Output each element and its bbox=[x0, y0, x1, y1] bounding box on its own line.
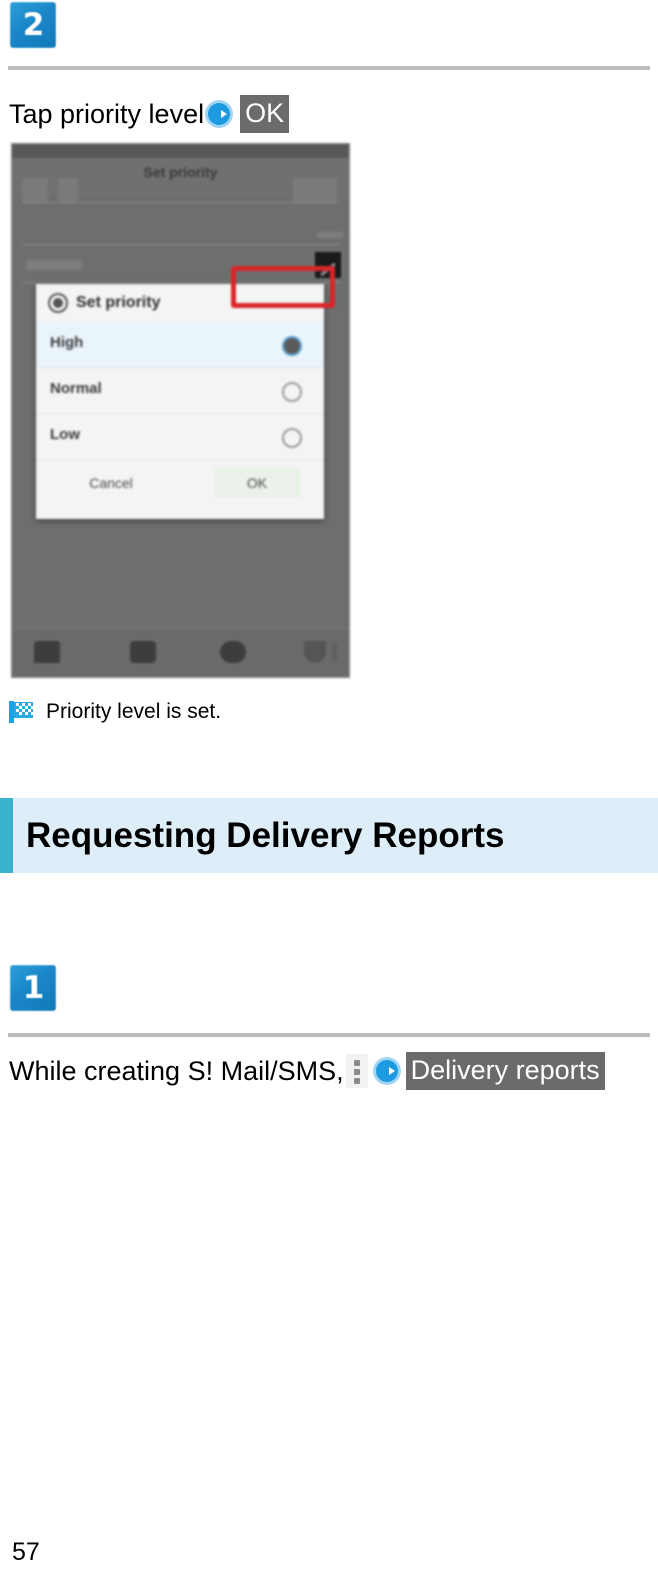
instruction-text-prefix: While creating S! Mail/SMS, bbox=[9, 1056, 344, 1086]
divider-rule-top bbox=[8, 66, 650, 70]
heading-accent-bar bbox=[0, 798, 13, 873]
home-icon[interactable] bbox=[34, 641, 60, 663]
dialog-option-label: Normal bbox=[50, 380, 102, 397]
phone-title-icon bbox=[58, 178, 78, 202]
radio-button-icon[interactable] bbox=[282, 382, 302, 402]
vertical-three-dots-icon[interactable] bbox=[345, 1054, 368, 1088]
phone-back-button[interactable] bbox=[22, 178, 48, 202]
phone-field-divider-2 bbox=[22, 244, 340, 245]
blue-circle-arrow-icon bbox=[372, 1056, 402, 1086]
result-text: Priority level is set. bbox=[46, 700, 222, 723]
result-line: Priority level is set. bbox=[8, 700, 221, 724]
more-icon[interactable] bbox=[332, 643, 337, 661]
instruction-text-prefix: Tap priority level bbox=[9, 99, 205, 129]
dialog-option-list: High Normal Low Cancel OK bbox=[36, 322, 324, 506]
radio-button-icon[interactable] bbox=[282, 428, 302, 448]
dialog-option-normal[interactable]: Normal bbox=[36, 368, 324, 414]
instruction-line-delivery-reports: While creating S! Mail/SMS, Delivery rep… bbox=[9, 1052, 605, 1090]
smiley-icon[interactable] bbox=[304, 641, 326, 663]
phone-status-bar bbox=[12, 144, 349, 158]
dialog-option-label: High bbox=[50, 334, 84, 351]
section-heading: Requesting Delivery Reports bbox=[0, 798, 658, 873]
phone-subject-field bbox=[26, 260, 82, 270]
checkered-flag-icon bbox=[8, 700, 36, 724]
radio-button-icon[interactable] bbox=[282, 336, 302, 356]
chip-delivery-reports[interactable]: Delivery reports bbox=[405, 1052, 605, 1090]
message-icon[interactable] bbox=[130, 641, 156, 663]
page-number: 57 bbox=[12, 1538, 40, 1566]
step-number-badge-2: 2 bbox=[10, 2, 56, 48]
phone-set-priority-dialog: Set priority High Normal Low Cancel OK bbox=[36, 284, 324, 519]
dialog-option-low[interactable]: Low bbox=[36, 414, 324, 460]
blue-circle-arrow-icon bbox=[204, 99, 234, 129]
dialog-cancel-button[interactable]: Cancel bbox=[76, 468, 146, 498]
phone-screen-title: Set priority bbox=[143, 164, 218, 180]
dialog-option-high[interactable]: High bbox=[36, 322, 324, 368]
set-priority-dialog-screenshot: Set priority Set priority High Normal Lo… bbox=[11, 143, 350, 678]
phone-recipient-field bbox=[28, 218, 31, 232]
dialog-title: Set priority bbox=[76, 294, 161, 311]
divider-rule-bottom bbox=[8, 1033, 650, 1037]
phone-send-button[interactable] bbox=[293, 178, 337, 202]
chip-ok[interactable]: OK bbox=[240, 95, 290, 133]
step-number-badge-1: 1 bbox=[10, 965, 56, 1011]
phone-attach-label bbox=[317, 232, 343, 238]
phone-bottom-navbar bbox=[12, 628, 349, 677]
dialog-ok-button[interactable]: OK bbox=[214, 468, 300, 498]
phone-field-divider-1 bbox=[22, 202, 340, 203]
instruction-line-tap-priority: Tap priority level OK bbox=[9, 95, 290, 133]
ok-button-highlight-ring bbox=[231, 266, 335, 308]
dialog-option-label: Low bbox=[50, 426, 80, 443]
gear-icon bbox=[50, 295, 66, 311]
dialog-actions: Cancel OK bbox=[36, 460, 324, 506]
contacts-icon[interactable] bbox=[220, 641, 246, 663]
page-title: Requesting Delivery Reports bbox=[26, 815, 505, 855]
